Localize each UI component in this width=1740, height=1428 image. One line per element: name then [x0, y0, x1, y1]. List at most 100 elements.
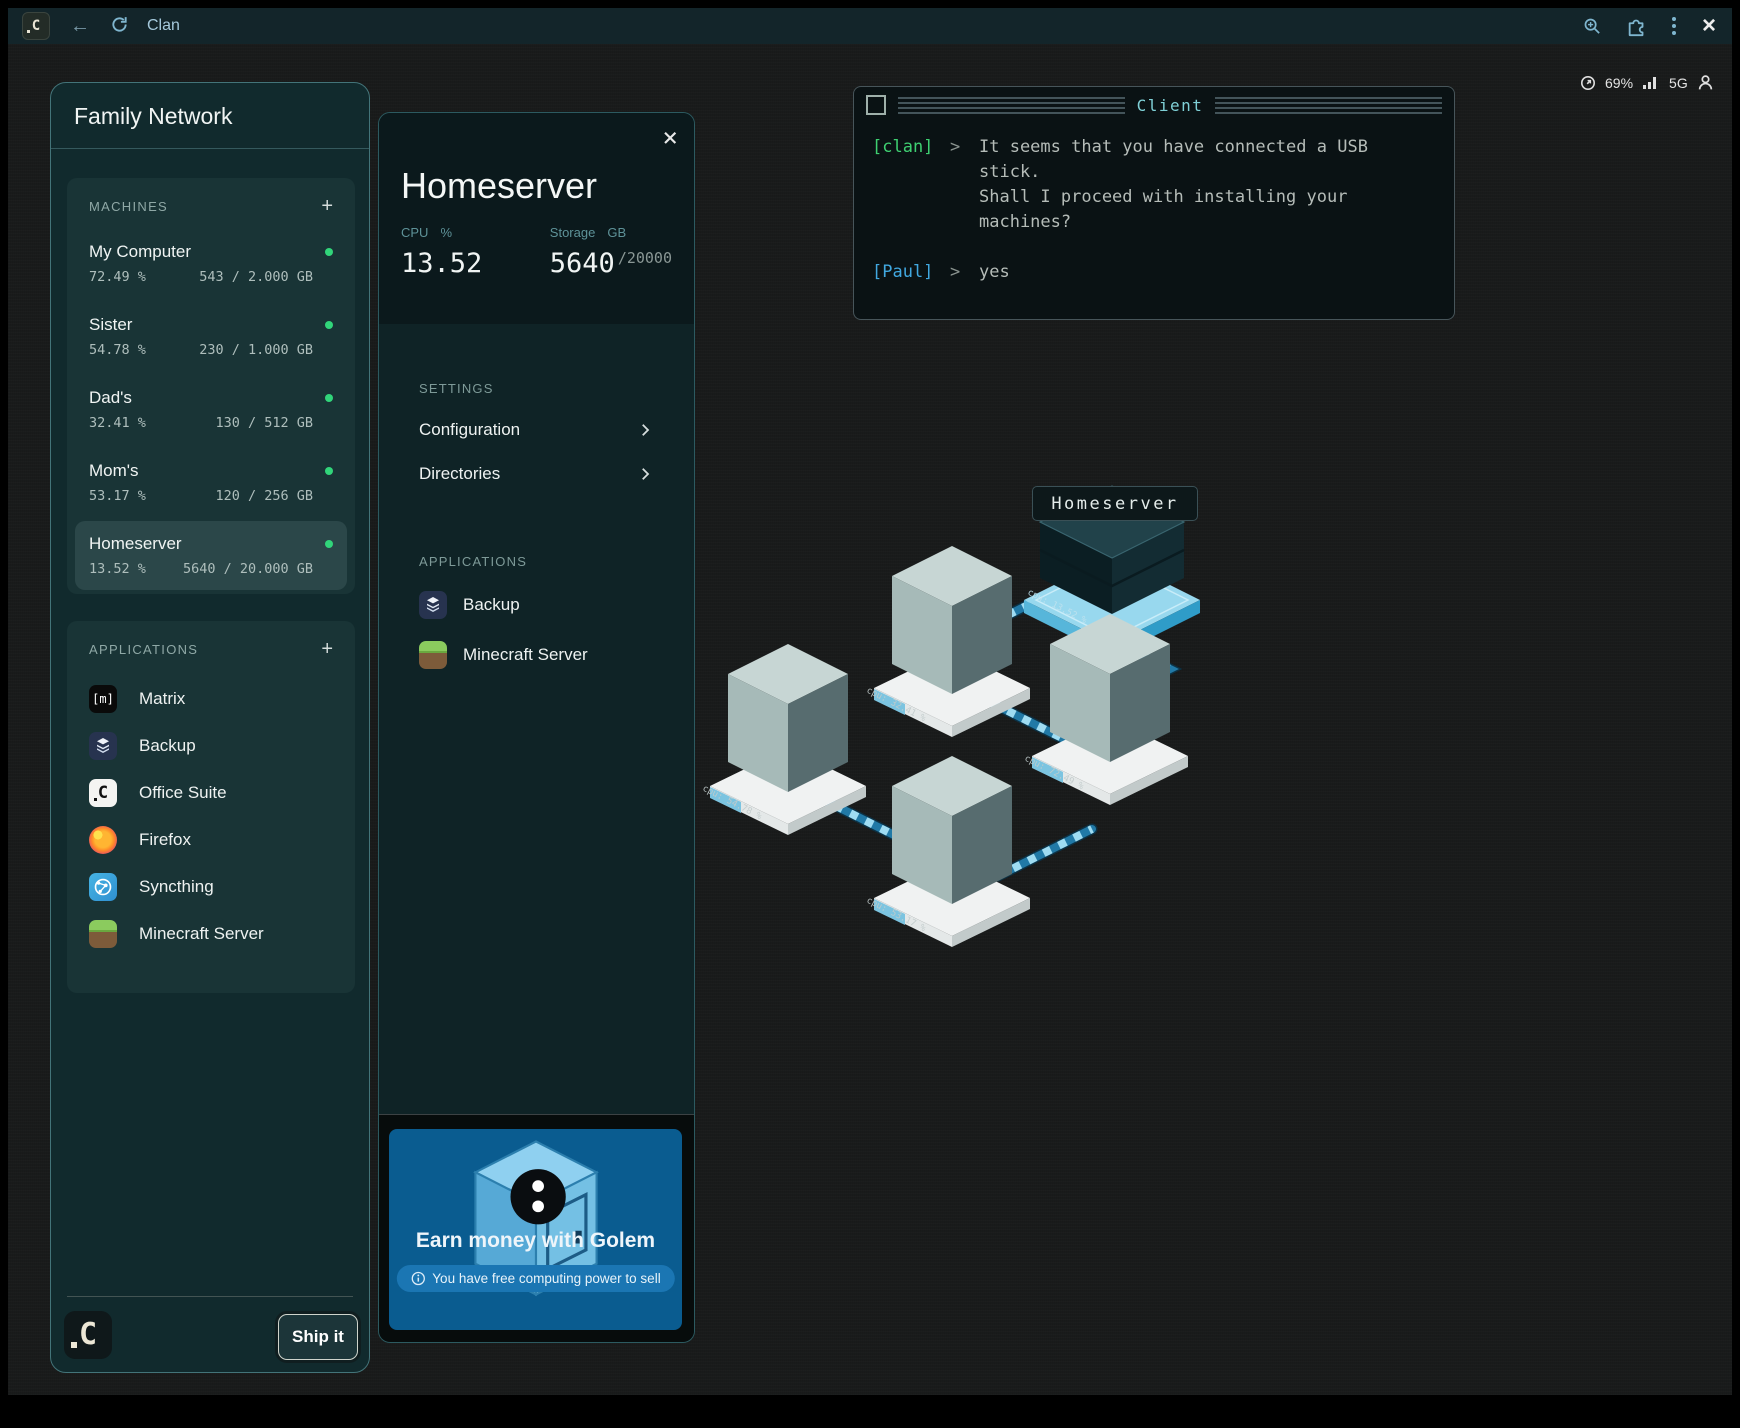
online-status-dot — [325, 394, 333, 402]
cpu-unit: % — [440, 225, 452, 240]
machine-item-my-computer[interactable]: My Computer 72.49 % 543 / 2.000 GB — [89, 242, 333, 285]
machine-cpu: 54.78 % — [89, 342, 146, 358]
footer-divider — [67, 1296, 353, 1297]
detail-app-backup[interactable]: Backup — [419, 591, 654, 619]
machine-item-moms[interactable]: Mom's 53.17 % 120 / 256 GB — [89, 461, 333, 504]
settings-section-label: SETTINGS — [419, 324, 654, 396]
golem-ad-banner[interactable]: Earn money with Golem You have free comp… — [389, 1129, 682, 1330]
machine-storage: 543 / 2.000 GB — [199, 269, 313, 285]
backup-icon — [89, 732, 117, 760]
storage-value: 5640 — [550, 248, 615, 279]
ad-title: Earn money with Golem — [389, 1229, 682, 1253]
app-name: Firefox — [139, 830, 191, 850]
cpu-metric: CPU % 13.52 — [401, 225, 482, 279]
machines-section-label: MACHINES — [89, 199, 168, 214]
minecraft-icon — [419, 641, 447, 669]
homeserver-tooltip: Homeserver — [1032, 486, 1198, 521]
add-machine-button[interactable]: + — [321, 196, 333, 216]
app-name: Minecraft Server — [139, 924, 264, 944]
window-checkbox-icon[interactable] — [866, 95, 886, 115]
settings-item-configuration[interactable]: Configuration — [419, 420, 654, 440]
online-status-dot — [325, 248, 333, 256]
machine-name: Sister — [89, 315, 132, 335]
diagram-node-moms[interactable]: cpu: 53.17 % — [865, 756, 1030, 947]
settings-item-label: Directories — [419, 464, 500, 484]
app-item-matrix[interactable]: [m] Matrix — [89, 685, 333, 713]
extensions-puzzle-icon[interactable] — [1626, 15, 1648, 37]
machine-name: Homeserver — [89, 534, 182, 554]
titlebar-lines-left — [898, 97, 1125, 114]
chevron-right-icon — [636, 465, 654, 483]
settings-item-directories[interactable]: Directories — [419, 464, 654, 484]
minecraft-icon — [89, 920, 117, 948]
storage-label: Storage — [550, 225, 596, 240]
syncthing-icon — [89, 873, 117, 901]
online-status-dot — [325, 540, 333, 548]
battery-percent: 69% — [1605, 75, 1633, 91]
system-status-cluster: 69% 5G — [1580, 74, 1714, 91]
machine-item-dads[interactable]: Dad's 32.41 % 130 / 512 GB — [89, 388, 333, 431]
clan-logo: C — [64, 1311, 112, 1359]
chat-message: [Paul] > yes — [872, 260, 1436, 285]
applications-section-label: APPLICATIONS — [89, 642, 198, 657]
office-suite-icon: C — [89, 779, 117, 807]
cpu-value: 13.52 — [401, 248, 482, 279]
window-close-icon[interactable]: × — [1702, 14, 1716, 38]
detail-applications-label: APPLICATIONS — [419, 484, 654, 569]
online-status-dot — [325, 467, 333, 475]
client-titlebar[interactable]: Client — [854, 87, 1454, 123]
ad-subtitle-pill: You have free computing power to sell — [396, 1265, 674, 1292]
message-text: It seems that you have connected a USB s… — [979, 135, 1368, 235]
storage-unit: GB — [607, 225, 626, 240]
machine-name: Dad's — [89, 388, 132, 408]
message-text: yes — [979, 260, 1010, 285]
app-item-backup[interactable]: Backup — [89, 732, 333, 760]
app-item-syncthing[interactable]: Syncthing — [89, 873, 333, 901]
info-icon — [410, 1271, 425, 1286]
machine-item-homeserver[interactable]: Homeserver 13.52 % 5640 / 20.000 GB — [75, 521, 347, 590]
menu-kebab-icon[interactable] — [1672, 17, 1676, 35]
chat-message: [clan] > It seems that you have connecte… — [872, 135, 1436, 235]
detail-header: × Homeserver CPU % 13.52 Storage GB 5640… — [379, 113, 694, 324]
detail-body: SETTINGS Configuration Directories APPLI… — [379, 324, 694, 669]
machine-name: My Computer — [89, 242, 191, 262]
app-item-office-suite[interactable]: C Office Suite — [89, 779, 333, 807]
client-terminal-window: Client [clan] > It seems that you have c… — [853, 86, 1455, 320]
back-icon[interactable]: ← — [70, 16, 90, 36]
chevron-right-icon — [636, 421, 654, 439]
firefox-icon — [89, 826, 117, 854]
diagram-node-my-computer[interactable]: cpu: 72.49 % — [1023, 614, 1188, 805]
machine-storage: 130 / 512 GB — [215, 415, 313, 431]
family-network-panel: Family Network MACHINES + My Computer 72… — [50, 82, 370, 1373]
refresh-icon[interactable] — [110, 15, 129, 38]
machine-cpu: 53.17 % — [89, 488, 146, 504]
client-log: [clan] > It seems that you have connecte… — [854, 123, 1454, 297]
diagram-node-sister[interactable]: cpu: 54.78 % — [701, 644, 866, 835]
clan-app-icon: C — [22, 12, 50, 40]
user-icon[interactable] — [1697, 74, 1714, 91]
ship-it-button[interactable]: Ship it — [278, 1314, 358, 1360]
ad-subtitle: You have free computing power to sell — [432, 1271, 660, 1286]
machine-name: Mom's — [89, 461, 139, 481]
add-application-button[interactable]: + — [321, 639, 333, 659]
titlebar-lines-right — [1215, 97, 1442, 114]
machine-storage: 5640 / 20.000 GB — [183, 561, 313, 577]
app-item-minecraft-server[interactable]: Minecraft Server — [89, 920, 333, 948]
machine-storage: 230 / 1.000 GB — [199, 342, 313, 358]
machine-cpu: 13.52 % — [89, 561, 146, 577]
diagram-node-dads[interactable]: cpu: 32.41 % — [865, 546, 1030, 737]
cpu-label: CPU — [401, 225, 428, 240]
app-name: Minecraft Server — [463, 645, 588, 665]
client-title: Client — [1137, 96, 1204, 115]
close-icon[interactable]: × — [662, 125, 678, 151]
app-item-firefox[interactable]: Firefox — [89, 826, 333, 854]
app-name: Syncthing — [139, 877, 214, 897]
app-name: Backup — [463, 595, 520, 615]
speaker-paul: [Paul] — [872, 260, 950, 285]
zoom-icon[interactable] — [1583, 17, 1602, 36]
detail-app-minecraft-server[interactable]: Minecraft Server — [419, 641, 654, 669]
storage-total: /20000 — [618, 249, 672, 267]
speaker-clan: [clan] — [872, 135, 950, 235]
machine-item-sister[interactable]: Sister 54.78 % 230 / 1.000 GB — [89, 315, 333, 358]
machine-detail-panel: × Homeserver CPU % 13.52 Storage GB 5640… — [378, 112, 695, 1343]
